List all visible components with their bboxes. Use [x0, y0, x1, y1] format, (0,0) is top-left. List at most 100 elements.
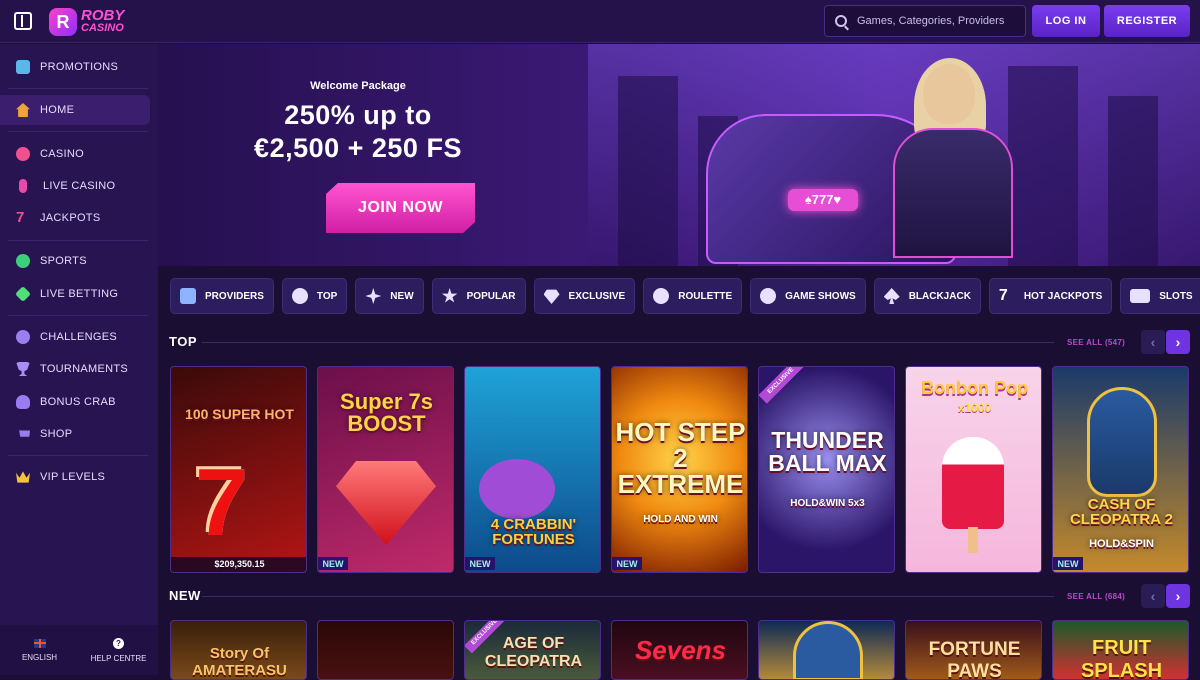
game-subtitle: HOLD&WIN 5x3: [790, 498, 865, 509]
sidebar-item-label: LIVE CASINO: [43, 180, 116, 192]
search-box[interactable]: [824, 5, 1026, 37]
sidebar-toggle-icon[interactable]: [14, 12, 32, 30]
sidebar-item-vip-levels[interactable]: VIP LEVELS: [0, 462, 150, 492]
category-exclusive[interactable]: EXCLUSIVE: [533, 278, 636, 314]
crown-icon: [16, 471, 30, 483]
new-badge: NEW: [612, 557, 642, 570]
gift-icon: [16, 60, 30, 74]
cleopatra-illustration: [1087, 387, 1157, 497]
carousel-next-button[interactable]: ›: [1166, 584, 1190, 608]
crab-icon: [16, 395, 30, 409]
category-new[interactable]: NEW: [355, 278, 424, 314]
game-card-cash-of-cleopatra-2[interactable]: CASH OF CLEOPATRA 2 HOLD&SPIN NEW: [1052, 366, 1189, 573]
game-title: FORTUNE PAWS: [928, 639, 1021, 680]
divider: [8, 240, 148, 241]
jackpot-amount: $209,350.15: [171, 557, 306, 572]
sidebar-item-live-casino[interactable]: LIVE CASINO: [0, 171, 150, 201]
game-title: Sevens: [634, 635, 727, 665]
wheel-icon: [760, 288, 777, 304]
sidebar-item-challenges[interactable]: CHALLENGES: [0, 322, 150, 352]
game-card-fortune-paws[interactable]: FORTUNE PAWS: [905, 620, 1042, 680]
game-card-bonbon-pop[interactable]: Bonbon Pop x1000: [905, 366, 1042, 573]
sidebar-item-label: JACKPOTS: [40, 212, 101, 224]
see-all-new-link[interactable]: SEE ALL (684): [1067, 592, 1125, 601]
sidebar-item-casino[interactable]: CASINO: [0, 139, 150, 169]
carousel-prev-button[interactable]: ‹: [1141, 330, 1165, 354]
search-input[interactable]: [857, 15, 1017, 27]
game-title: Bonbon Pop: [921, 378, 1028, 398]
category-roulette[interactable]: ROULETTE: [643, 278, 743, 314]
game-title: THUNDER BALL MAX: [768, 427, 887, 476]
sidebar-item-label: LIVE BETTING: [40, 288, 119, 300]
game-card[interactable]: [317, 620, 454, 680]
section-divider: [202, 342, 1054, 343]
new-badge: NEW: [1053, 557, 1083, 570]
category-top[interactable]: TOP: [281, 278, 348, 314]
game-title: AGE OF CLEOPATRA: [484, 635, 583, 670]
category-hot-jackpots[interactable]: 7 HOT JACKPOTS: [988, 278, 1113, 314]
soccer-ball-icon: [16, 254, 30, 268]
sidebar-item-label: SHOP: [40, 428, 73, 440]
hero-banner[interactable]: ♠777♥ Welcome Package 250% up to €2,500 …: [158, 44, 1200, 266]
hero-offer-line1: 250% up to: [284, 100, 432, 130]
sidebar-item-shop[interactable]: SHOP: [0, 419, 150, 449]
language-label: ENGLISH: [21, 652, 58, 662]
uk-flag-icon: [33, 638, 46, 648]
spade-icon: [883, 288, 900, 304]
sidebar-item-label: CHALLENGES: [40, 331, 117, 343]
medal-icon: [16, 330, 30, 344]
sidebar-item-jackpots[interactable]: 7 JACKPOTS: [0, 203, 150, 233]
game-card-hot-step-2-extreme[interactable]: HOT STEP 2 EXTREME HOLD AND WIN NEW: [611, 366, 748, 573]
divider: [8, 455, 148, 456]
star-icon: [441, 288, 458, 303]
logo-text-line1: ROBY: [81, 7, 125, 24]
game-card-sevens[interactable]: Sevens: [611, 620, 748, 680]
sidebar-item-tournaments[interactable]: TOURNAMENTS: [0, 354, 150, 384]
logo[interactable]: R ROBY CASINO: [49, 7, 124, 37]
category-bar: PROVIDERS TOP NEW POPULAR EXCLUSIVE ROUL…: [170, 278, 1200, 314]
game-card-fruit-splash[interactable]: FRUIT SPLASH: [1052, 620, 1189, 680]
sidebar-item-live-betting[interactable]: LIVE BETTING: [0, 279, 150, 309]
game-title: CASH OF CLEOPATRA 2: [1069, 496, 1174, 528]
game-card-super-7s-boost[interactable]: Super 7s BOOST NEW: [317, 366, 454, 573]
category-slots[interactable]: SLOTS: [1120, 278, 1200, 314]
sidebar-item-label: HOME: [40, 104, 75, 116]
category-popular[interactable]: POPULAR: [431, 278, 526, 314]
home-icon: [16, 103, 30, 117]
cleopatra-illustration: [793, 621, 863, 679]
divider: [8, 88, 148, 89]
language-selector[interactable]: ENGLISH: [0, 625, 79, 675]
cart-icon: [16, 428, 30, 437]
seven-icon: 7: [195, 449, 249, 556]
game-card-thunder-ball-max[interactable]: EXCLUSIVE THUNDER BALL MAX HOLD&WIN 5x3: [758, 366, 895, 573]
join-now-button[interactable]: JOIN NOW: [326, 183, 475, 233]
help-centre-link[interactable]: ? HELP CENTRE: [79, 625, 158, 675]
game-card[interactable]: [758, 620, 895, 680]
sidebar-item-home[interactable]: HOME: [0, 95, 150, 125]
sidebar-item-promotions[interactable]: PROMOTIONS: [0, 52, 150, 82]
seven-icon: 7: [16, 209, 25, 226]
game-subtitle: x1000: [957, 401, 992, 415]
see-all-top-link[interactable]: SEE ALL (547): [1067, 338, 1125, 347]
sidebar-item-bonus-crab[interactable]: BONUS CRAB: [0, 387, 150, 417]
section-title-top: TOP: [169, 334, 197, 349]
carousel-prev-button[interactable]: ‹: [1141, 584, 1165, 608]
help-icon: ?: [113, 637, 124, 649]
carousel-next-button[interactable]: ›: [1166, 330, 1190, 354]
game-title: Story Of AMATERASU: [192, 645, 287, 679]
game-title: FRUIT SPLASH: [1080, 637, 1163, 680]
category-providers[interactable]: PROVIDERS: [170, 278, 274, 314]
game-card-age-of-cleopatra[interactable]: EXCLUSIVE AGE OF CLEOPATRA: [464, 620, 601, 680]
folder-icon: [180, 288, 196, 304]
trophy-icon: [16, 362, 30, 376]
game-card-story-of-amaterasu[interactable]: Story Of AMATERASU: [170, 620, 307, 680]
award-icon: [291, 288, 308, 304]
category-blackjack[interactable]: BLACKJACK: [873, 278, 981, 314]
category-game-shows[interactable]: GAME SHOWS: [750, 278, 866, 314]
game-card-4-crabbin-fortunes[interactable]: 4 CRABBIN' FORTUNES NEW: [464, 366, 601, 573]
sidebar-item-sports[interactable]: SPORTS: [0, 246, 150, 276]
bike-plate: ♠777♥: [788, 189, 858, 211]
register-button[interactable]: REGISTER: [1104, 5, 1190, 37]
game-card-100-super-hot[interactable]: 100 SUPER HOT 7 $209,350.15: [170, 366, 307, 573]
login-button[interactable]: LOG IN: [1032, 5, 1100, 37]
